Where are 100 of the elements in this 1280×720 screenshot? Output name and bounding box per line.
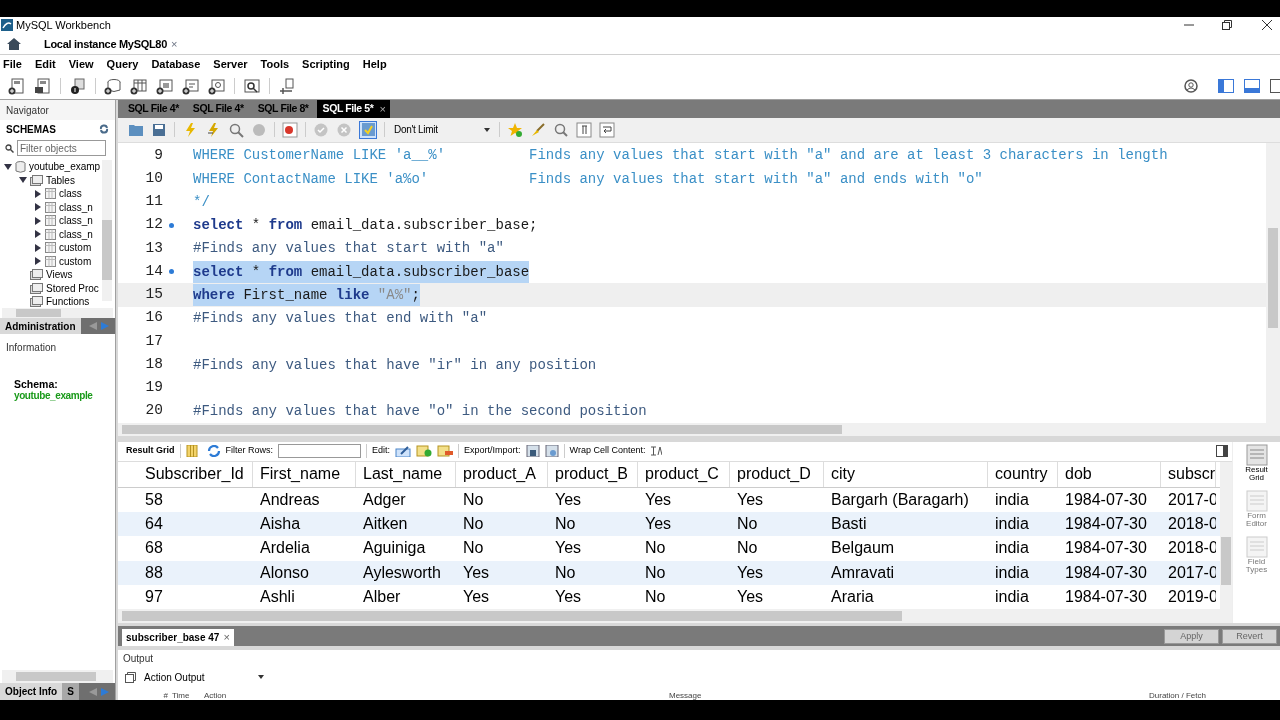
panel-tab[interactable]: Administration [0,318,81,334]
editor-tab[interactable]: SQL File 5* × [316,100,390,118]
view-icon[interactable] [156,77,174,95]
procedure-icon[interactable] [182,77,200,95]
open-sql-file-icon[interactable] [34,77,52,95]
column-header[interactable]: First_name [253,461,356,487]
save-icon[interactable] [151,121,167,138]
tree-item[interactable]: youtube_examp [0,160,115,174]
tab-close-button[interactable]: × [379,100,386,118]
refresh-icon[interactable] [206,445,221,458]
scrollbar[interactable] [1220,461,1232,610]
edit-pencil-icon[interactable] [395,445,412,458]
scrollbar[interactable] [2,308,113,318]
account-icon[interactable] [1184,79,1198,93]
scrollbar[interactable] [2,670,113,683]
info-icon[interactable] [69,77,87,95]
home-icon[interactable] [7,38,21,50]
tree-item[interactable]: class_n [0,200,115,214]
close-icon[interactable] [1262,20,1272,30]
column-header[interactable]: Message [665,692,1145,700]
tree-item[interactable]: Tables [0,173,115,187]
column-header[interactable]: city [824,461,988,487]
tree-item[interactable]: class_n [0,214,115,228]
tree-item[interactable]: custom [0,254,115,268]
function-icon[interactable] [208,77,226,95]
filter-field[interactable] [278,444,362,459]
menu-item[interactable]: View [68,55,94,73]
column-header[interactable]: Action [200,692,665,700]
tree-item[interactable]: Functions [0,295,115,308]
collapsed-arrow-icon[interactable] [34,216,42,225]
lightning-cursor-icon[interactable] [205,121,221,138]
column-header[interactable]: Time [168,692,200,700]
scrollbar[interactable] [102,160,112,301]
panel-toggle-icon[interactable] [1216,445,1228,458]
tab-close-button[interactable]: × [223,629,230,646]
result-tab[interactable]: subscriber_base 47 × [122,629,234,646]
wrap-text-icon[interactable] [650,445,663,458]
column-header[interactable]: product_A [456,461,548,487]
column-header[interactable]: product_C [638,461,730,487]
columns-icon[interactable] [185,445,198,458]
menu-item[interactable]: Server [213,55,248,73]
restore-icon[interactable] [1222,20,1232,30]
export-icon[interactable] [525,445,540,458]
autocommit-toggle[interactable] [359,120,377,139]
menu-item[interactable]: Query [106,55,139,73]
tree-item[interactable]: Stored Proc [0,281,115,295]
error-toggle-icon[interactable] [282,121,298,138]
view-switch-button[interactable]: Form Editor [1241,489,1272,528]
collapsed-arrow-icon[interactable] [34,203,42,212]
search-icon[interactable] [553,121,569,138]
sidebar-toggle-icon[interactable] [1218,79,1234,93]
collapsed-arrow-icon[interactable] [34,189,42,198]
table-icon[interactable] [130,77,148,95]
column-header[interactable]: Duration / Fetch [1145,692,1245,700]
paragraph-icon[interactable] [576,121,592,138]
scrollbar[interactable] [118,609,1232,624]
tree-item[interactable]: class [0,187,115,201]
magnifier-icon[interactable] [228,121,244,138]
new-sql-file-icon[interactable] [8,77,26,95]
import-icon[interactable] [544,445,559,458]
expanded-arrow-icon[interactable] [19,176,27,185]
panel-tab[interactable]: Object Info [0,683,63,700]
right-panel-toggle-icon[interactable] [1270,79,1280,93]
copy-icon[interactable] [125,671,136,683]
column-header[interactable]: Last_name [356,461,456,487]
view-switch-button[interactable]: Result Grid [1241,443,1272,482]
tab-close-button[interactable]: × [171,35,178,53]
insert-row-icon[interactable] [416,445,433,458]
scrollbar[interactable] [1266,142,1280,423]
output-selector[interactable]: Action Output [144,669,264,685]
column-header[interactable]: Subscriber_Id [138,461,253,487]
limit-dropdown[interactable]: Don't Limit [392,121,492,138]
collapsed-arrow-icon[interactable] [34,230,42,239]
collapsed-arrow-icon[interactable] [34,257,42,266]
delete-row-icon[interactable] [437,445,454,458]
database-icon[interactable] [104,77,122,95]
menu-item[interactable]: Help [362,55,387,73]
column-header[interactable]: dob [1058,461,1161,487]
panel-tab[interactable]: S [62,683,79,700]
column-header[interactable]: product_D [730,461,824,487]
column-header[interactable]: subscr [1161,461,1216,487]
expanded-arrow-icon[interactable] [4,162,12,171]
menu-item[interactable]: Tools [260,55,290,73]
tree-item[interactable]: Views [0,268,115,282]
menu-item[interactable]: Edit [34,55,56,73]
menu-item[interactable]: File [3,55,22,73]
star-icon[interactable] [507,121,523,138]
collapsed-arrow-icon[interactable] [34,243,42,252]
view-switch-button[interactable]: Field Types [1241,535,1272,574]
menu-item[interactable]: Scripting [302,55,350,73]
column-header[interactable]: product_B [548,461,638,487]
output-panel-toggle-icon[interactable] [1244,79,1260,93]
tree-item[interactable]: class_n [0,227,115,241]
tree-item[interactable]: custom [0,241,115,255]
menu-item[interactable]: Database [151,55,201,73]
column-header[interactable]: country [988,461,1058,487]
filter-field[interactable]: Filter objects [17,140,106,156]
column-header[interactable]: # [118,692,168,700]
wrap-icon[interactable] [599,121,615,138]
search-table-icon[interactable] [243,77,261,95]
